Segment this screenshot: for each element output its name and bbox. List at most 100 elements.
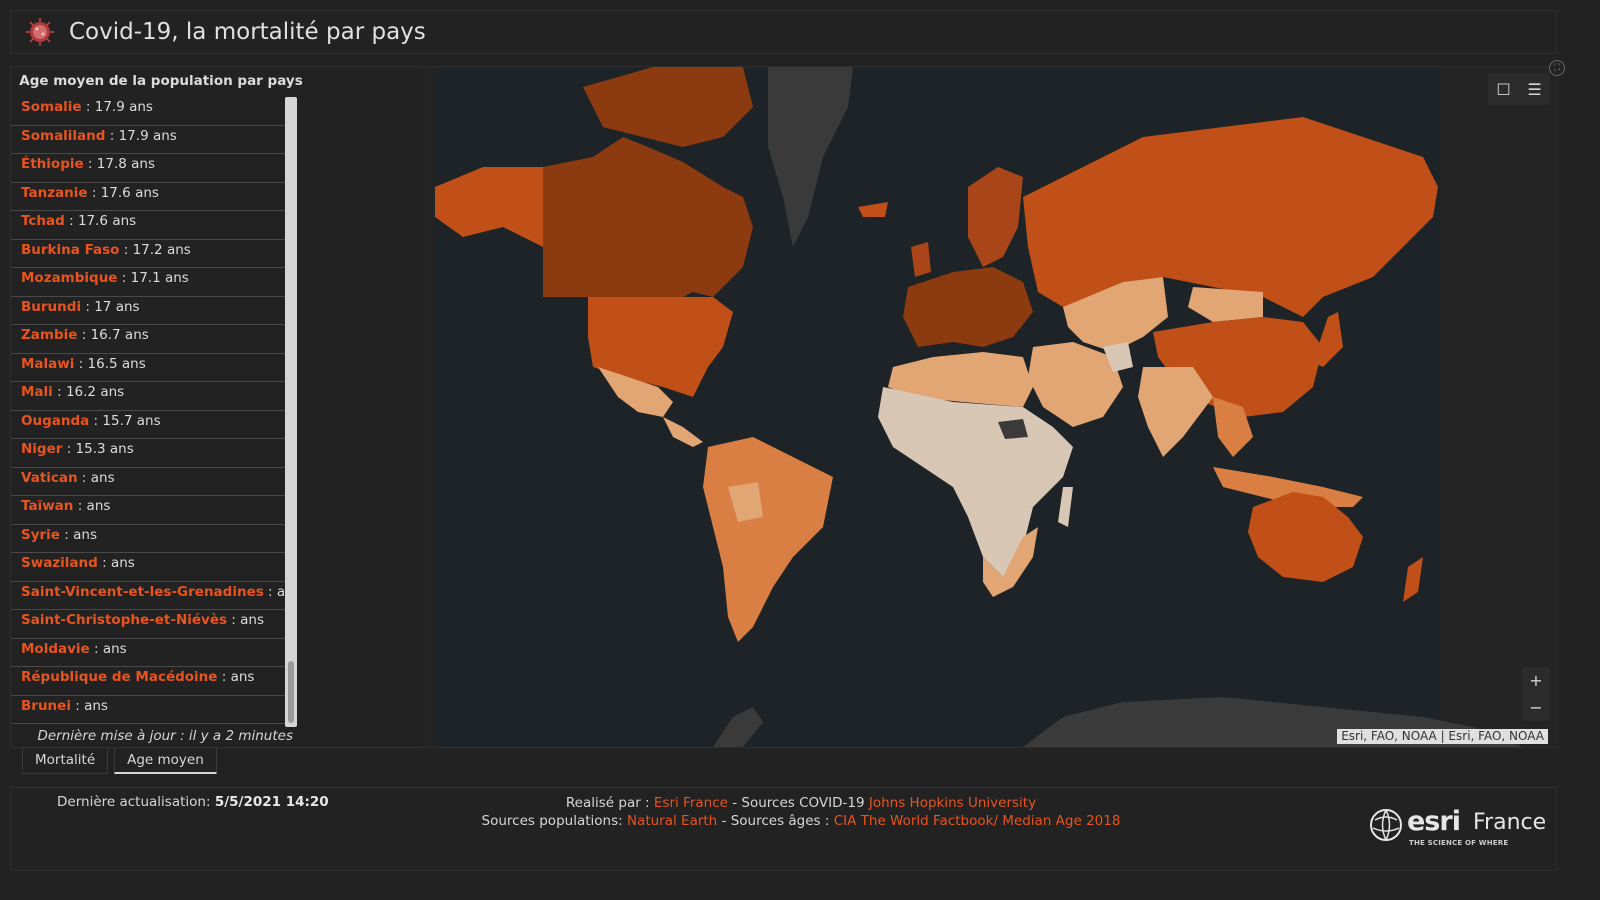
age-unit: ans	[121, 355, 146, 372]
country-name[interactable]: Somaliland	[21, 128, 105, 144]
country-name[interactable]: Vatican	[21, 470, 78, 486]
median-age-value: 16.7	[90, 327, 121, 343]
country-name[interactable]: Burkina Faso	[21, 242, 119, 258]
map-attribution[interactable]: Esri, FAO, NOAA | Esri, FAO, NOAA	[1337, 729, 1548, 744]
list-item[interactable]: Burkina Faso : 17.2 ans	[11, 240, 287, 268]
esri-france-link[interactable]: Esri France	[654, 795, 728, 811]
list-item[interactable]: Vatican : ans	[11, 468, 287, 496]
jhu-link[interactable]: Johns Hopkins University	[869, 795, 1036, 811]
list-item[interactable]: Éthiopie : 17.8 ans	[11, 154, 287, 183]
natural-earth-link[interactable]: Natural Earth	[627, 813, 717, 829]
list-title: Age moyen de la population par pays	[19, 73, 303, 89]
country-name[interactable]: Ouganda	[21, 413, 89, 429]
country-name[interactable]: Mali	[21, 384, 53, 400]
country-name[interactable]: Tanzanie	[21, 185, 88, 201]
bookmark-icon[interactable]: ☐	[1496, 80, 1510, 99]
list-item[interactable]: Malawi : 16.5 ans	[11, 354, 287, 382]
median-age-value: 15.7	[102, 412, 133, 429]
country-name[interactable]: Swaziland	[21, 555, 98, 571]
country-name[interactable]: Moldavie	[21, 641, 90, 657]
country-name[interactable]: Somalie	[21, 99, 82, 115]
world-map[interactable]: ☐ ☰ + − Esri, FAO, NOAA | Esri, FAO, NOA…	[423, 67, 1558, 747]
age-unit: ans	[110, 555, 135, 571]
country-name[interactable]: Mozambique	[21, 270, 117, 286]
credits: Realisé par : Esri France - Sources COVI…	[431, 794, 1171, 830]
age-unit: ans	[152, 127, 177, 144]
tab-age-moyen[interactable]: Age moyen	[114, 748, 217, 774]
country-name[interactable]: Saint-Vincent-et-les-Grenadines	[21, 584, 264, 600]
list-item[interactable]: Brunei : ans	[11, 696, 287, 724]
list-item[interactable]: Ouganda : 15.7 ans	[11, 411, 287, 439]
median-age-value: 16.5	[87, 355, 118, 372]
list-item[interactable]: Moldavie : ans	[11, 639, 287, 667]
age-unit: ans	[90, 469, 115, 486]
list-item[interactable]: Saint-Vincent-et-les-Grenadines : ans	[11, 582, 287, 610]
age-unit: ans	[124, 327, 149, 343]
age-unit: ans	[86, 498, 111, 514]
list-item[interactable]: Tanzanie : 17.6 ans	[11, 183, 287, 211]
footer-last-update: Dernière actualisation: 5/5/2021 14:20	[57, 794, 329, 810]
tab-mortalite[interactable]: Mortalité	[22, 748, 109, 774]
age-unit: ans	[100, 384, 125, 400]
age-unit: ans	[135, 184, 159, 201]
credits-line-1: Realisé par : Esri France - Sources COVI…	[431, 794, 1171, 812]
median-age-value: 16.2	[65, 384, 97, 400]
age-unit: ans	[136, 412, 161, 429]
esri-logo: esri France THE SCIENCE OF WHERE	[1369, 806, 1549, 850]
country-name[interactable]: République de Macédoine	[21, 669, 217, 685]
list-item[interactable]: Saint-Christophe-et-Niévès : ans	[11, 610, 287, 639]
country-name[interactable]: Malawi	[21, 356, 74, 372]
country-name[interactable]: Brunei	[21, 698, 71, 714]
credits-line-2: Sources populations: Natural Earth - Sou…	[431, 812, 1171, 830]
list-item[interactable]: Tchad : 17.6 ans	[11, 211, 287, 240]
list-item[interactable]: Somalie : 17.9 ans	[11, 97, 287, 126]
age-unit: ans	[73, 526, 97, 543]
median-age-value: 17.9	[94, 99, 125, 115]
fullscreen-icon[interactable]: ⛶	[1549, 60, 1565, 76]
list-item[interactable]: République de Macédoine : ans	[11, 667, 287, 696]
list-item[interactable]: Burundi : 17 ans	[11, 297, 287, 325]
last-update-value: 5/5/2021 14:20	[214, 794, 329, 810]
list-item[interactable]: Zambie : 16.7 ans	[11, 325, 287, 354]
footer: Dernière actualisation: 5/5/2021 14:20 R…	[10, 787, 1557, 871]
country-name[interactable]: Tchad	[21, 213, 65, 229]
app-header: Covid-19, la mortalité par pays	[10, 10, 1557, 54]
age-unit: ans	[129, 99, 153, 115]
country-list[interactable]: Somalie : 17.9 ans Somaliland : 17.9 ans É…	[11, 97, 287, 725]
list-last-update: Dernière mise à jour : il y a 2 minutes	[37, 728, 293, 744]
country-name[interactable]: Saint-Christophe-et-Niévès	[21, 612, 227, 628]
median-age-value: 17.2	[132, 241, 163, 258]
main-panel: Age moyen de la population par pays Soma…	[10, 60, 1565, 748]
esri-tagline: THE SCIENCE OF WHERE	[1409, 839, 1509, 847]
country-name[interactable]: Taïwan	[21, 498, 73, 514]
esri-word: esri	[1407, 806, 1461, 837]
list-item[interactable]: Swaziland : ans	[11, 553, 287, 582]
list-scrollbar[interactable]	[285, 97, 297, 727]
cia-factbook-link[interactable]: CIA The World Factbook/ Median Age 2018	[834, 813, 1121, 829]
sources-prefix: Sources populations:	[481, 813, 627, 829]
virus-icon	[26, 18, 54, 46]
age-unit: ans	[131, 156, 156, 172]
list-item[interactable]: Syrie : ans	[11, 525, 287, 553]
list-icon[interactable]: ☰	[1527, 80, 1541, 99]
zoom-out-button[interactable]: −	[1529, 698, 1542, 717]
esri-region: France	[1473, 810, 1547, 835]
page-title: Covid-19, la mortalité par pays	[69, 19, 426, 45]
country-name[interactable]: Éthiopie	[21, 156, 84, 172]
list-item[interactable]: Taïwan : ans	[11, 496, 287, 525]
country-name[interactable]: Niger	[21, 441, 62, 457]
list-item[interactable]: Mali : 16.2 ans	[11, 382, 287, 411]
list-item[interactable]: Somaliland : 17.9 ans	[11, 126, 287, 154]
age-unit: ans	[230, 669, 255, 685]
country-name[interactable]: Burundi	[21, 299, 81, 315]
age-unit: ans	[240, 612, 265, 628]
scroll-thumb[interactable]	[288, 661, 294, 723]
list-item[interactable]: Mozambique : 17.1 ans	[11, 268, 287, 297]
country-name[interactable]: Zambie	[21, 327, 77, 343]
age-unit: ans	[109, 441, 134, 457]
list-item[interactable]: Niger : 15.3 ans	[11, 439, 287, 468]
zoom-in-button[interactable]: +	[1529, 671, 1542, 690]
country-name[interactable]: Syrie	[21, 527, 60, 543]
zoom-control: + −	[1522, 667, 1550, 721]
map-canvas[interactable]	[423, 67, 1558, 747]
